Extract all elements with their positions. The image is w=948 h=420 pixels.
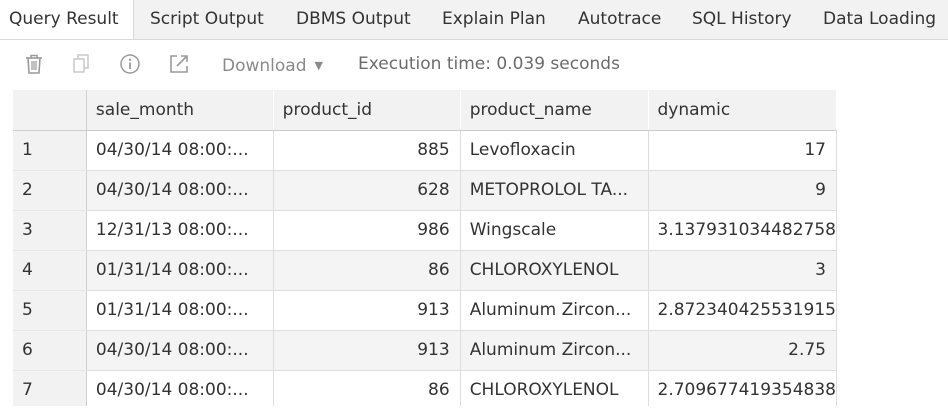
- info-icon: [119, 53, 141, 79]
- cell-sale-month[interactable]: 04/30/14 08:00:...: [86, 130, 274, 171]
- tab-dbms-output[interactable]: DBMS Output: [296, 0, 411, 39]
- cell-product-id[interactable]: 86: [273, 370, 461, 406]
- cell-product-id[interactable]: 885: [273, 130, 461, 171]
- row-number: 4: [13, 250, 87, 291]
- row-number: 7: [13, 370, 87, 406]
- cell-sale-month[interactable]: 04/30/14 08:00:...: [86, 330, 274, 371]
- cell-product-name[interactable]: Aluminum Zircon...: [460, 290, 649, 331]
- column-header-product-id[interactable]: product_id: [273, 90, 461, 131]
- cell-product-id[interactable]: 913: [273, 290, 461, 331]
- cell-sale-month[interactable]: 01/31/14 08:00:...: [86, 250, 274, 291]
- cell-dynamic[interactable]: 9: [648, 170, 837, 211]
- column-header-sale-month[interactable]: sale_month: [86, 90, 274, 131]
- cell-product-id[interactable]: 913: [273, 330, 461, 371]
- row-number: 1: [13, 130, 87, 171]
- row-number: 6: [13, 330, 87, 371]
- download-dropdown[interactable]: Download ▼: [222, 54, 323, 78]
- cell-product-id[interactable]: 86: [273, 250, 461, 291]
- execution-time: Execution time: 0.039 seconds: [358, 54, 620, 74]
- result-tabs: Query Result Script Output DBMS Output E…: [0, 0, 948, 40]
- row-number: 5: [13, 290, 87, 331]
- column-header-product-name[interactable]: product_name: [460, 90, 649, 131]
- row-number: 3: [13, 210, 87, 251]
- cell-dynamic[interactable]: 2.709677419354838: [648, 370, 837, 406]
- row-number: 2: [13, 170, 87, 211]
- table-row[interactable]: 1 04/30/14 08:00:... 885 Levofloxacin 17: [13, 130, 837, 171]
- info-button[interactable]: [118, 54, 142, 78]
- cell-product-id[interactable]: 628: [273, 170, 461, 211]
- cell-dynamic[interactable]: 2.872340425531915: [648, 290, 837, 331]
- external-open-icon: [168, 53, 190, 79]
- tab-sql-history[interactable]: SQL History: [692, 0, 792, 39]
- table-row[interactable]: 5 01/31/14 08:00:... 913 Aluminum Zircon…: [13, 290, 837, 331]
- copy-icon: [72, 53, 92, 79]
- download-label: Download: [222, 56, 307, 76]
- cell-sale-month[interactable]: 04/30/14 08:00:...: [86, 370, 274, 406]
- result-table: sale_month product_id product_name dynam…: [13, 90, 837, 406]
- tab-query-result[interactable]: Query Result: [0, 0, 134, 39]
- table-row[interactable]: 4 01/31/14 08:00:... 86 CHLOROXYLENOL 3: [13, 250, 837, 291]
- table-row[interactable]: 7 04/30/14 08:00:... 86 CHLOROXYLENOL 2.…: [13, 370, 837, 406]
- cell-sale-month[interactable]: 01/31/14 08:00:...: [86, 290, 274, 331]
- tab-autotrace[interactable]: Autotrace: [578, 0, 661, 39]
- cell-product-id[interactable]: 986: [273, 210, 461, 251]
- cell-product-name[interactable]: CHLOROXYLENOL: [460, 250, 649, 291]
- result-toolbar: Download ▼ Execution time: 0.039 seconds: [0, 40, 948, 92]
- table-row[interactable]: 3 12/31/13 08:00:... 986 Wingscale 3.137…: [13, 210, 837, 251]
- result-grid: sale_month product_id product_name dynam…: [13, 90, 837, 406]
- column-header-dynamic[interactable]: dynamic: [648, 90, 837, 131]
- caret-down-icon: ▼: [314, 59, 323, 72]
- cell-dynamic[interactable]: 2.75: [648, 330, 837, 371]
- delete-button[interactable]: [22, 54, 46, 78]
- header-row: sale_month product_id product_name dynam…: [13, 90, 837, 131]
- table-row[interactable]: 6 04/30/14 08:00:... 913 Aluminum Zircon…: [13, 330, 837, 371]
- tab-script-output[interactable]: Script Output: [150, 0, 264, 39]
- row-number-header: [13, 90, 87, 131]
- cell-dynamic[interactable]: 17: [648, 130, 837, 171]
- table-row[interactable]: 2 04/30/14 08:00:... 628 METOPROLOL TA..…: [13, 170, 837, 211]
- cell-dynamic[interactable]: 3.137931034482758: [648, 210, 837, 251]
- open-in-window-button[interactable]: [167, 54, 191, 78]
- cell-product-name[interactable]: METOPROLOL TA...: [460, 170, 649, 211]
- cell-sale-month[interactable]: 12/31/13 08:00:...: [86, 210, 274, 251]
- cell-product-name[interactable]: CHLOROXYLENOL: [460, 370, 649, 406]
- copy-button[interactable]: [70, 54, 94, 78]
- cell-product-name[interactable]: Levofloxacin: [460, 130, 649, 171]
- tab-data-loading[interactable]: Data Loading: [823, 0, 936, 39]
- tab-explain-plan[interactable]: Explain Plan: [442, 0, 546, 39]
- cell-product-name[interactable]: Wingscale: [460, 210, 649, 251]
- trash-icon: [24, 53, 44, 79]
- cell-dynamic[interactable]: 3: [648, 250, 837, 291]
- cell-sale-month[interactable]: 04/30/14 08:00:...: [86, 170, 274, 211]
- cell-product-name[interactable]: Aluminum Zircon...: [460, 330, 649, 371]
